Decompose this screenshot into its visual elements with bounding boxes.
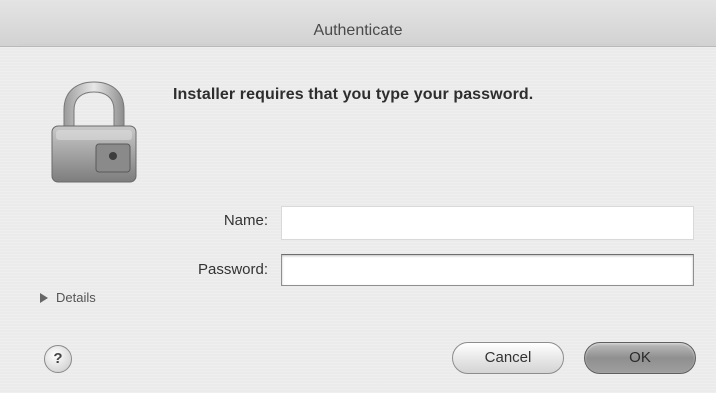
authenticate-dialog: Authenticate Installer requires that you… <box>0 0 716 393</box>
disclosure-triangle-icon[interactable] <box>40 292 48 303</box>
name-field[interactable] <box>281 206 694 240</box>
help-button[interactable]: ? <box>44 345 72 373</box>
password-label: Password: <box>197 261 268 278</box>
title-divider <box>18 44 698 45</box>
window-title: Authenticate <box>313 22 403 39</box>
cancel-button[interactable]: Cancel <box>452 342 564 374</box>
ok-button[interactable]: OK <box>584 342 696 374</box>
name-label: Name: <box>223 212 268 229</box>
title-bar[interactable]: Authenticate <box>0 0 716 47</box>
password-field[interactable] <box>281 254 694 286</box>
lock-icon <box>51 81 137 183</box>
auth-message: Installer requires that you type your pa… <box>173 86 534 103</box>
details-disclosure[interactable]: Details <box>40 290 96 305</box>
details-label[interactable]: Details <box>56 290 96 305</box>
